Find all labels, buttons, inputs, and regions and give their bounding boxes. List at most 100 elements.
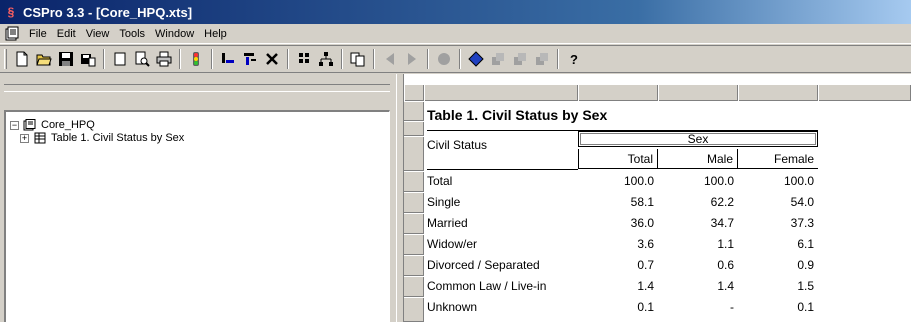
delete-icon[interactable]	[261, 48, 283, 70]
column-header[interactable]	[738, 85, 818, 101]
cell-total: 1.4	[637, 279, 654, 293]
table-row: Unknown 0.1 - 0.1	[427, 297, 827, 318]
forward-icon[interactable]	[401, 48, 423, 70]
menu-help[interactable]: Help	[199, 25, 232, 43]
cell-male: 62.2	[710, 195, 734, 209]
menu-file[interactable]: File	[24, 25, 52, 43]
menu-edit[interactable]: Edit	[52, 25, 81, 43]
row-header[interactable]	[404, 213, 424, 234]
table-row: Total 100.0 100.0 100.0	[427, 171, 827, 192]
stack-2-icon[interactable]	[509, 48, 531, 70]
table-row: Widow/er 3.6 1.1 6.1	[427, 234, 827, 255]
print-icon[interactable]	[153, 48, 175, 70]
tree-pane-header	[4, 84, 390, 92]
svg-text:?: ?	[570, 52, 578, 67]
cell-total: 100.0	[623, 174, 654, 188]
column-female: Female	[738, 149, 818, 169]
open-icon[interactable]	[33, 48, 55, 70]
row-header[interactable]	[404, 276, 424, 297]
header-rule	[427, 169, 578, 170]
cell-male: 100.0	[703, 174, 734, 188]
cell-female: 0.9	[797, 258, 814, 272]
record-icon[interactable]	[433, 48, 455, 70]
menu-window[interactable]: Window	[150, 25, 199, 43]
table-row: Married 36.0 34.7 37.3	[427, 213, 827, 234]
collapse-icon[interactable]: −	[10, 120, 19, 130]
tree-item-root[interactable]: − Core_HPQ	[10, 118, 95, 132]
row-header[interactable]	[404, 136, 424, 171]
column-header[interactable]	[578, 85, 658, 101]
window-title: CSPro 3.3 - [Core_HPQ.xts]	[23, 4, 193, 20]
title-bar[interactable]: § CSPro 3.3 - [Core_HPQ.xts]	[0, 0, 911, 24]
menu-bar: File Edit View Tools Window Help	[0, 24, 911, 44]
cspro-app-icon[interactable]: §	[4, 5, 18, 19]
expand-icon[interactable]: +	[20, 133, 29, 143]
table-row: Single 58.1 62.2 54.0	[427, 192, 827, 213]
save-icon[interactable]	[55, 48, 77, 70]
cell-female: 37.3	[790, 216, 814, 230]
column-male: Male	[658, 149, 738, 169]
spanner-sex: Sex	[578, 131, 818, 147]
diamond-icon[interactable]	[465, 48, 487, 70]
toolbar-separator	[179, 49, 181, 69]
tree-item-table[interactable]: + Table 1. Civil Status by Sex	[20, 131, 184, 145]
row-label: Divorced / Separated	[427, 258, 540, 272]
row-header[interactable]	[404, 192, 424, 213]
cell-male: 0.6	[717, 258, 734, 272]
menu-tools[interactable]: Tools	[114, 25, 150, 43]
column-header[interactable]	[424, 85, 578, 101]
run-icon[interactable]	[185, 48, 207, 70]
column-header[interactable]	[658, 85, 738, 101]
copy-icon[interactable]	[347, 48, 369, 70]
table-grid[interactable]: Table 1. Civil Status by Sex Civil Statu…	[404, 74, 911, 322]
tree-item-label: Table 1. Civil Status by Sex	[51, 132, 185, 144]
row-header[interactable]	[404, 297, 424, 322]
tree-view[interactable]: − Core_HPQ + Table 1. Civil Status by Se…	[4, 110, 390, 322]
row-label: Single	[427, 195, 461, 209]
toolbar-separator	[459, 49, 461, 69]
cell-female: 0.1	[797, 300, 814, 314]
row-label: Married	[427, 216, 468, 230]
column-header[interactable]	[818, 85, 911, 101]
table-icon	[34, 132, 46, 144]
stack-1-icon[interactable]	[487, 48, 509, 70]
row-header[interactable]	[404, 171, 424, 192]
row-header[interactable]	[404, 234, 424, 255]
toolbar: ?	[0, 45, 911, 73]
save-as-icon[interactable]	[77, 48, 99, 70]
row-header[interactable]	[404, 255, 424, 276]
cell-male: -	[730, 300, 734, 314]
grid-icon[interactable]	[293, 48, 315, 70]
row-label: Common Law / Live-in	[427, 279, 547, 293]
tree-icon[interactable]	[315, 48, 337, 70]
cell-total: 58.1	[630, 195, 654, 209]
tree-pane: − Core_HPQ + Table 1. Civil Status by Se…	[0, 74, 396, 322]
toolbar-grip[interactable]	[4, 49, 7, 69]
row-header[interactable]	[404, 121, 424, 136]
cell-male: 34.7	[710, 216, 734, 230]
page-icon[interactable]	[109, 48, 131, 70]
column-total: Total	[578, 149, 658, 169]
toolbar-separator	[341, 49, 343, 69]
toolbar-separator	[287, 49, 289, 69]
row-header-column	[404, 101, 424, 322]
table-title: Table 1. Civil Status by Sex	[427, 107, 608, 123]
toolbar-separator	[211, 49, 213, 69]
print-preview-icon[interactable]	[131, 48, 153, 70]
help-icon[interactable]: ?	[563, 48, 585, 70]
cell-male: 1.4	[717, 279, 734, 293]
toolbar-separator	[557, 49, 559, 69]
cell-total: 0.1	[637, 300, 654, 314]
corner-header[interactable]	[404, 85, 424, 101]
stack-3-icon[interactable]	[531, 48, 553, 70]
document-menu-icon[interactable]	[4, 26, 20, 42]
row-header[interactable]	[404, 101, 424, 121]
add-row-icon[interactable]	[217, 48, 239, 70]
cell-female: 100.0	[783, 174, 814, 188]
add-column-icon[interactable]	[239, 48, 261, 70]
pane-splitter[interactable]	[396, 74, 404, 322]
new-icon[interactable]	[11, 48, 33, 70]
menu-view[interactable]: View	[81, 25, 115, 43]
cell-female: 1.5	[797, 279, 814, 293]
back-icon[interactable]	[379, 48, 401, 70]
